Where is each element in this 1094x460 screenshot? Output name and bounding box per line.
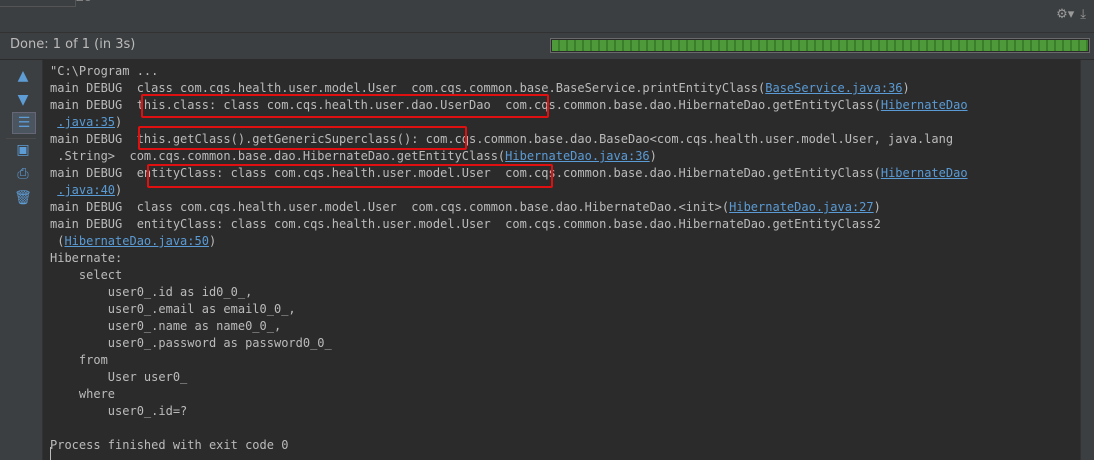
console-line: main DEBUG entityClass: class com.cqs.he… [50,165,968,182]
console-line: main DEBUG class com.cqs.health.user.mod… [50,80,968,97]
console-line-text: where [50,387,116,401]
console-line: (HibernateDao.java:50) [50,233,968,250]
source-link[interactable]: HibernateDao.java:36 [505,149,650,163]
export-icon[interactable]: ▣ [12,140,34,160]
console-line: select [50,267,968,284]
console-line-text: user0_.id=? [50,404,188,418]
console-lines: "C:\Program ... main DEBUG class com.cqs.… [50,63,968,454]
console-line-text: main DEBUG entityClass: class com.cqs.he… [50,217,881,231]
header-actions: ⚙▾ ⤓ [1056,7,1086,22]
console-line-text: select [50,268,123,282]
console-line: Hibernate: [50,250,968,267]
console-line: .java:40) [50,182,968,199]
console-line: main DEBUG this.class: class com.cqs.hea… [50,97,968,114]
console-line-suffix: ) [115,115,123,129]
console-line: where [50,386,968,403]
console-line: user0_.password as password0_0_ [50,335,968,352]
console-line-text: from [50,353,108,367]
console-line: user0_.id=? [50,403,968,420]
console-line-text: ( [50,234,65,248]
console-line-text: main DEBUG this.class: class com.cqs.hea… [50,98,881,112]
console-line: .String> com.cqs.common.base.dao.Hiberna… [50,148,968,165]
vertical-scrollbar[interactable] [1080,60,1094,460]
console-line: "C:\Program ... [50,63,968,80]
console-line-suffix: ) [649,149,657,163]
console-line-text: Process finished with exit code 0 [50,438,289,452]
console-line: user0_.name as name0_0_, [50,318,968,335]
progress-fill [552,40,1088,51]
status-row: Done: 1 of 1 (in 3s) [0,33,1094,60]
console-line: main DEBUG this.getClass().getGenericSup… [50,131,968,148]
console-line: main DEBUG class com.cqs.health.user.mod… [50,199,968,216]
console-line-text: "C:\Program ... [50,64,159,78]
source-link[interactable]: .java:35 [57,115,115,129]
toolbar-divider [6,138,36,139]
console-line: main DEBUG entityClass: class com.cqs.he… [50,216,968,233]
console-line-text: main DEBUG class com.cqs.health.user.mod… [50,81,766,95]
console-line-text: user0_.id as id0_0_, [50,285,253,299]
status-text: Done: 1 of 1 (in 3s) [10,37,136,52]
source-link[interactable]: HibernateDao.java:50 [64,234,209,248]
console-line: from [50,352,968,369]
source-link[interactable]: BaseService.java:36 [765,81,902,95]
pin-icon[interactable]: ⤓ [1080,7,1086,22]
left-toolbar: ▲ ▼ ☰ ▣ ⎙ 🗑 [0,60,43,460]
tree-icon[interactable]: ☰ [12,112,36,134]
console-line-suffix: ) [115,183,123,197]
source-link[interactable]: HibernateDao.java:27 [729,200,874,214]
console-line-text: User user0_ [50,370,188,384]
console-line-suffix: ) [208,234,217,248]
gear-icon[interactable]: ⚙▾ [1056,7,1074,22]
progress-bar [550,38,1090,53]
console-line-text: .String> com.cqs.common.base.dao.Hiberna… [50,149,506,163]
source-link[interactable]: .java:40 [57,183,115,197]
console-line-text: main DEBUG entityClass: class com.cqs.he… [50,166,881,180]
top-header: ZO ⚙▾ ⤓ [0,0,1094,33]
tab-stub-label: ZO [76,0,92,4]
source-link[interactable]: HibernateDao [881,166,968,180]
console-line-text: main DEBUG this.getClass().getGenericSup… [50,132,954,146]
console-line: user0_.id as id0_0_, [50,284,968,301]
console-line-text: Hibernate: [50,251,123,265]
console-line-text: main DEBUG class com.cqs.health.user.mod… [50,200,730,214]
print-icon[interactable]: ⎙ [12,164,34,184]
console-line: Process finished with exit code 0 [50,437,968,454]
arrow-up-icon[interactable]: ▲ [12,66,34,86]
console-line-suffix: ) [902,81,910,95]
text-cursor [50,447,51,460]
trash-icon[interactable]: 🗑 [12,188,34,208]
console-line: User user0_ [50,369,968,386]
arrow-down-icon[interactable]: ▼ [12,90,34,110]
tab-stub: ZO [0,0,92,7]
console-line: .java:35) [50,114,968,131]
console-line-suffix: ) [873,200,881,214]
console-output[interactable]: "C:\Program ... main DEBUG class com.cqs.… [43,60,1079,460]
console-line: user0_.email as email0_0_, [50,301,968,318]
console-line-text: user0_.name as name0_0_, [50,319,282,333]
console-line-text: user0_.email as email0_0_, [50,302,296,316]
source-link[interactable]: HibernateDao [881,98,968,112]
console-line-text: user0_.password as password0_0_ [50,336,332,350]
